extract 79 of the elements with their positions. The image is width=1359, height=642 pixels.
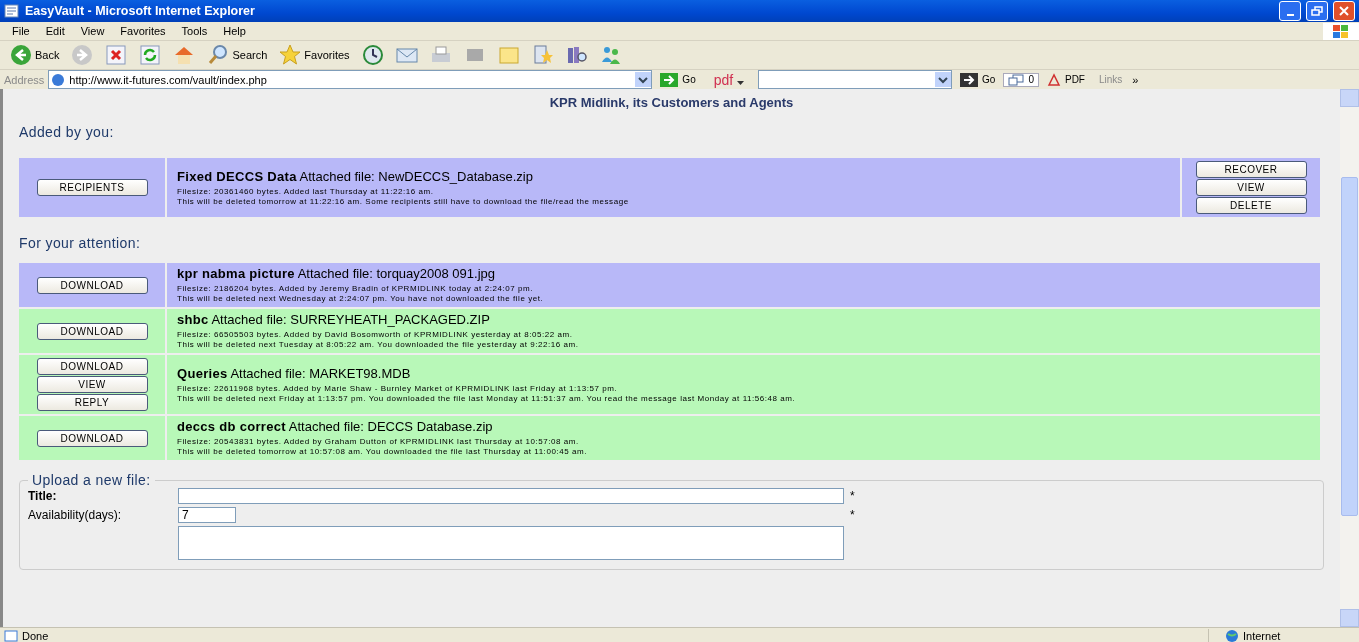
title-input[interactable]	[178, 488, 844, 504]
restore-icon	[1311, 6, 1323, 16]
section-heading: For your attention:	[19, 235, 142, 251]
message-detail: Filesize: 20361460 bytes. Added last Thursday at 11:22:16 am.	[177, 186, 435, 197]
go-button[interactable]: Go	[656, 72, 700, 87]
message-detail: This will be deleted tomorrow at 11:22:16 am. Some recipients still have to download the file/read the message	[177, 196, 630, 207]
action-button[interactable]: VIEW	[36, 376, 148, 393]
zone-text: Internet	[1243, 630, 1281, 642]
page-subtitle: KPR Midlink, its Customers and Agents	[548, 95, 795, 110]
required-mark: *	[849, 508, 856, 522]
action-button[interactable]: RECOVER	[1195, 161, 1307, 178]
message-title: shbc Attached file: SURREYHEATH_PACKAGED.ZIP	[177, 312, 491, 327]
windows-logo-icon	[1332, 23, 1350, 39]
message-detail: Filesize: 20543831 bytes. Added by Graham Dutton of KPRMIDLINK last Thursday at 10:57:08 am.	[177, 437, 580, 447]
action-button[interactable]: DELETE	[1195, 197, 1307, 214]
message-detail: This will be deleted next Wednesday at 2:24:07 pm. You have not downloaded the file yet.	[177, 294, 545, 304]
field-label: Availability(days):	[28, 508, 123, 522]
research-icon	[531, 44, 554, 66]
pdf-button[interactable]: PDF	[1042, 72, 1089, 87]
books-icon	[565, 44, 588, 66]
favorites-toolbar-button[interactable]: Favorites	[275, 44, 354, 66]
menu-item[interactable]: Help	[215, 25, 254, 37]
back-toolbar-button[interactable]: Back	[6, 44, 64, 66]
search-field[interactable]	[758, 70, 953, 89]
stop-icon	[105, 44, 128, 66]
search-toolbar-button[interactable]: Search	[203, 44, 272, 66]
message-title: Queries Attached file: MARKET98.MDB	[177, 365, 412, 381]
menu-item[interactable]: File	[4, 25, 38, 37]
restore-button[interactable]	[1306, 1, 1328, 21]
address-label: Address	[4, 73, 45, 86]
minimize-icon	[1286, 14, 1294, 16]
message-title: kpr nabma picture Attached file: torquay2008 091.jpg	[177, 266, 496, 281]
pdf-menu[interactable]: pdf	[703, 71, 755, 88]
required-mark: *	[849, 489, 856, 503]
go-button[interactable]: Go	[956, 72, 1000, 87]
minimize-button[interactable]	[1279, 1, 1301, 21]
scrollbar-thumb[interactable]	[1341, 177, 1358, 516]
search-icon	[207, 44, 230, 66]
text-area[interactable]	[178, 526, 844, 560]
upload-legend: Upload a new file:	[28, 472, 155, 488]
window-title: EasyVault - Microsoft Internet Explorer	[25, 4, 256, 18]
refresh-icon	[139, 44, 162, 66]
menu-item[interactable]: Favorites	[112, 25, 174, 37]
more-chevron[interactable]: »	[1132, 73, 1139, 86]
menu-item[interactable]: View	[72, 25, 113, 37]
message-detail: Filesize: 2186204 bytes. Added by Jeremy Bradin of KPRMIDLINK today at 2:24:07 pm.	[177, 284, 534, 294]
action-button[interactable]: DOWNLOAD	[36, 322, 148, 340]
action-button[interactable]: REPLY	[36, 394, 148, 411]
people-icon	[599, 44, 622, 66]
close-icon	[1339, 6, 1349, 16]
document-icon	[4, 4, 20, 18]
address-field[interactable]: http://www.it-futures.com/vault/index.php	[48, 70, 653, 89]
menu-item[interactable]: Tools	[173, 25, 216, 37]
action-button[interactable]: VIEW	[1195, 179, 1307, 196]
message-title: Fixed DECCS Data Attached file: NewDECCS_Database.zip	[177, 168, 534, 184]
pdf-icon	[1046, 72, 1061, 87]
windows-icon	[1008, 73, 1025, 86]
message-detail: Filesize: 22611968 bytes. Added by Marie Shaw - Burnley Market of KPRMIDLINK last Friday at 1:13:57 pm.	[177, 383, 619, 394]
message-detail: This will be deleted tomorrow at 10:57:08 am. You downloaded the file last Thursday at 11:00:45 am.	[177, 447, 588, 457]
note-icon	[497, 44, 520, 66]
message-detail: This will be deleted next Tuesday at 8:05:22 am. You downloaded the file yesterday at 9:22:16 am.	[177, 340, 580, 350]
globe-icon	[1225, 629, 1239, 642]
caret-icon	[737, 80, 745, 85]
menu-item[interactable]: Edit	[37, 25, 73, 37]
clock-icon	[361, 44, 384, 66]
field-label: Title:	[28, 489, 58, 503]
popup-counter[interactable]: 0	[1003, 72, 1039, 87]
action-button[interactable]: RECIPIENTS	[36, 179, 148, 196]
star-icon	[279, 44, 302, 66]
action-button[interactable]: DOWNLOAD	[36, 429, 148, 447]
availability-input[interactable]: 7	[178, 507, 236, 523]
message-title: deccs db correct Attached file: DECCS Database.zip	[177, 419, 494, 434]
status-text: Done	[22, 630, 49, 642]
message-detail: This will be deleted next Friday at 1:13:57 pm. You downloaded the file last Monday at 11:51:37 am. You read the message last Monday at 11:56:48 am.	[177, 393, 797, 404]
close-button[interactable]	[1333, 1, 1355, 21]
message-detail: Filesize: 66505503 bytes. Added by David Bosomworth of KPRMIDLINK yesterday at 8:05:22 am.	[177, 330, 574, 340]
action-button[interactable]: DOWNLOAD	[36, 276, 148, 294]
action-button[interactable]: DOWNLOAD	[36, 358, 148, 375]
section-heading: Added by you:	[19, 124, 115, 140]
